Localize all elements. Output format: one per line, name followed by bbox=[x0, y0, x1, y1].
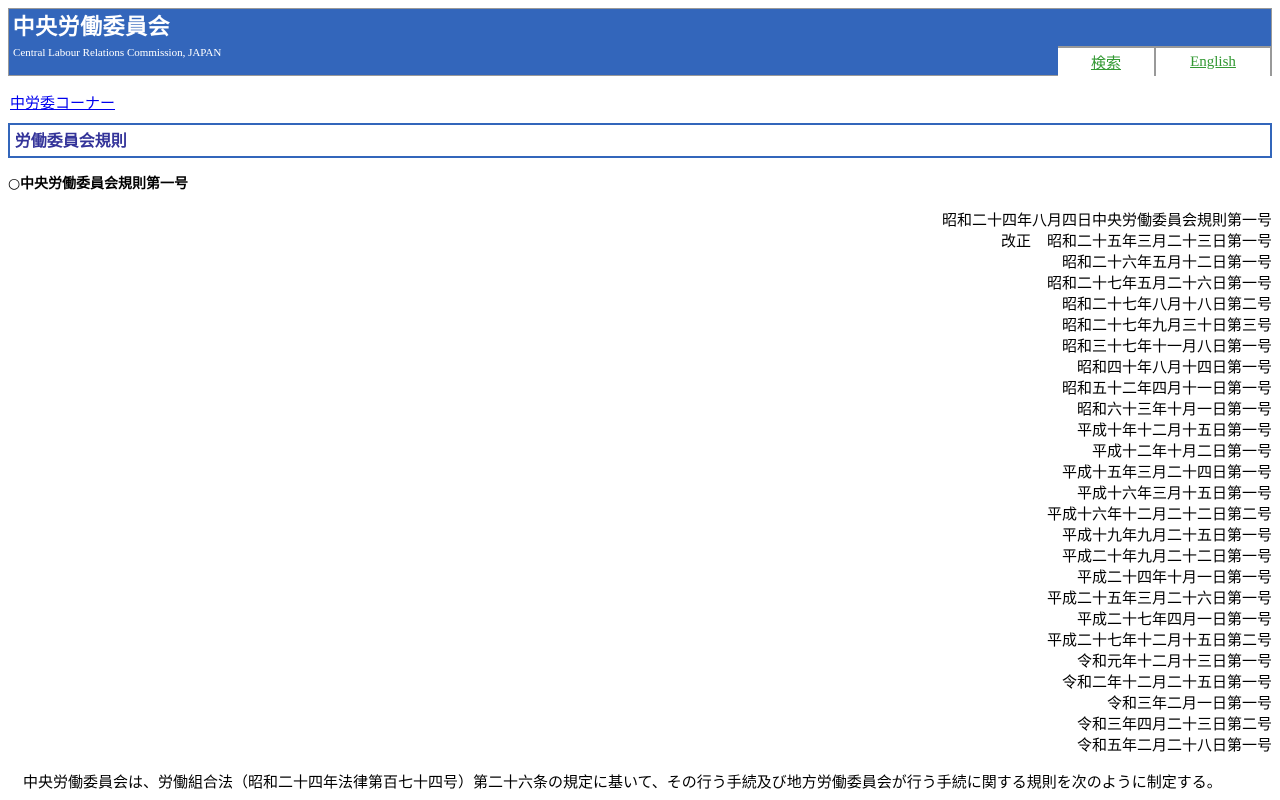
amendment-history: 昭和二十四年八月四日中央労働委員会規則第一号 改正 昭和二十五年三月二十三日第一号… bbox=[672, 210, 1272, 756]
preamble-text: 中央労働委員会は、労働組合法（昭和二十四年法律第百七十四号）第二十六条の規定に基… bbox=[23, 773, 1222, 791]
amendment-line: 平成十九年九月二十五日第一号 bbox=[672, 525, 1272, 546]
header-links: 検索 English bbox=[1058, 46, 1272, 76]
amendment-date: 令和三年二月一日第一号 bbox=[1106, 694, 1272, 712]
amendment-line: 令和三年二月一日第一号 bbox=[672, 693, 1272, 714]
breadcrumb-link[interactable]: 中労委コーナー bbox=[10, 93, 115, 113]
amendment-date: 昭和二十六年五月十二日第一号 bbox=[1061, 253, 1272, 271]
amendment-line: 昭和二十七年九月三十日第三号 bbox=[672, 315, 1272, 336]
page-heading-box: 労働委員会規則 bbox=[8, 123, 1272, 158]
amendment-date: 平成十六年十二月二十二日第二号 bbox=[1046, 505, 1272, 523]
amendment-line: 昭和二十七年五月二十六日第一号 bbox=[672, 273, 1272, 294]
enactment-line: 昭和二十四年八月四日中央労働委員会規則第一号 bbox=[672, 210, 1272, 231]
amendment-line: 平成二十年九月二十二日第一号 bbox=[672, 546, 1272, 567]
amendment-date: 平成十六年三月十五日第一号 bbox=[1076, 484, 1272, 502]
amendment-line: 平成十六年十二月二十二日第二号 bbox=[672, 504, 1272, 525]
amendment-line: 昭和二十七年八月十八日第二号 bbox=[672, 294, 1272, 315]
amendment-line: 令和五年二月二十八日第一号 bbox=[672, 735, 1272, 756]
site-subtitle: Central Labour Relations Commission, JAP… bbox=[13, 47, 222, 59]
amendment-line: 平成二十五年三月二十六日第一号 bbox=[672, 588, 1272, 609]
amendment-date: 昭和六十三年十月一日第一号 bbox=[1076, 400, 1272, 418]
amendment-line: 改正 昭和二十五年三月二十三日第一号 bbox=[672, 231, 1272, 252]
amendment-line: 昭和二十六年五月十二日第一号 bbox=[672, 252, 1272, 273]
amendment-date: 昭和二十五年三月二十三日第一号 bbox=[1046, 232, 1272, 250]
amendment-date: 令和三年四月二十三日第二号 bbox=[1076, 715, 1272, 733]
amendment-date: 平成十五年三月二十四日第一号 bbox=[1061, 463, 1272, 481]
amendment-date: 令和二年十二月二十五日第一号 bbox=[1061, 673, 1272, 691]
amend-label: 改正 bbox=[1000, 232, 1031, 250]
amendment-line: 昭和六十三年十月一日第一号 bbox=[672, 399, 1272, 420]
amendment-line: 昭和四十年八月十四日第一号 bbox=[672, 357, 1272, 378]
amendment-line: 平成十五年三月二十四日第一号 bbox=[672, 462, 1272, 483]
amendment-date: 昭和二十七年五月二十六日第一号 bbox=[1046, 274, 1272, 292]
amendment-line: 昭和三十七年十一月八日第一号 bbox=[672, 336, 1272, 357]
site-title: 中央労働委員会 bbox=[13, 15, 171, 40]
amendment-line: 平成二十七年十二月十五日第二号 bbox=[672, 630, 1272, 651]
amendment-line: 令和二年十二月二十五日第一号 bbox=[672, 672, 1272, 693]
amendment-line: 平成十六年三月十五日第一号 bbox=[672, 483, 1272, 504]
amendment-date: 令和五年二月二十八日第一号 bbox=[1076, 736, 1272, 754]
enactment-date: 昭和二十四年八月四日中央労働委員会規則第一号 bbox=[941, 211, 1272, 229]
amendment-date: 昭和四十年八月十四日第一号 bbox=[1076, 358, 1272, 376]
amendment-date: 平成二十年九月二十二日第一号 bbox=[1061, 547, 1272, 565]
amendment-date: 平成十二年十月二日第一号 bbox=[1091, 442, 1272, 460]
amendment-line: 昭和五十二年四月十一日第一号 bbox=[672, 378, 1272, 399]
amendment-date: 昭和二十七年八月十八日第二号 bbox=[1061, 295, 1272, 313]
amendment-line: 令和三年四月二十三日第二号 bbox=[672, 714, 1272, 735]
amendment-date: 平成二十七年四月一日第一号 bbox=[1076, 610, 1272, 628]
amendment-line: 平成十二年十月二日第一号 bbox=[672, 441, 1272, 462]
amendment-date: 昭和二十七年九月三十日第三号 bbox=[1061, 316, 1272, 334]
english-link[interactable]: English bbox=[1190, 54, 1236, 71]
amendment-line: 平成二十四年十月一日第一号 bbox=[672, 567, 1272, 588]
page-heading: 労働委員会規則 bbox=[15, 131, 128, 150]
search-link-cell: 検索 bbox=[1058, 48, 1154, 76]
amendment-date: 平成二十四年十月一日第一号 bbox=[1076, 568, 1272, 586]
amendment-line: 平成十年十二月十五日第一号 bbox=[672, 420, 1272, 441]
rule-title: ○中央労働委員会規則第一号 bbox=[8, 176, 189, 192]
amendment-date: 昭和五十二年四月十一日第一号 bbox=[1061, 379, 1272, 397]
amendment-date: 令和元年十二月十三日第一号 bbox=[1076, 652, 1272, 670]
site-header: 中央労働委員会 Central Labour Relations Commiss… bbox=[8, 8, 1272, 76]
amendment-date: 平成十年十二月十五日第一号 bbox=[1076, 421, 1272, 439]
amendment-line: 令和元年十二月十三日第一号 bbox=[672, 651, 1272, 672]
search-link[interactable]: 検索 bbox=[1091, 52, 1121, 73]
amendment-date: 平成二十七年十二月十五日第二号 bbox=[1046, 631, 1272, 649]
english-link-cell: English bbox=[1156, 48, 1270, 76]
amendment-date: 平成二十五年三月二十六日第一号 bbox=[1046, 589, 1272, 607]
amendment-date: 昭和三十七年十一月八日第一号 bbox=[1061, 337, 1272, 355]
amendment-line: 平成二十七年四月一日第一号 bbox=[672, 609, 1272, 630]
amendment-date: 平成十九年九月二十五日第一号 bbox=[1061, 526, 1272, 544]
